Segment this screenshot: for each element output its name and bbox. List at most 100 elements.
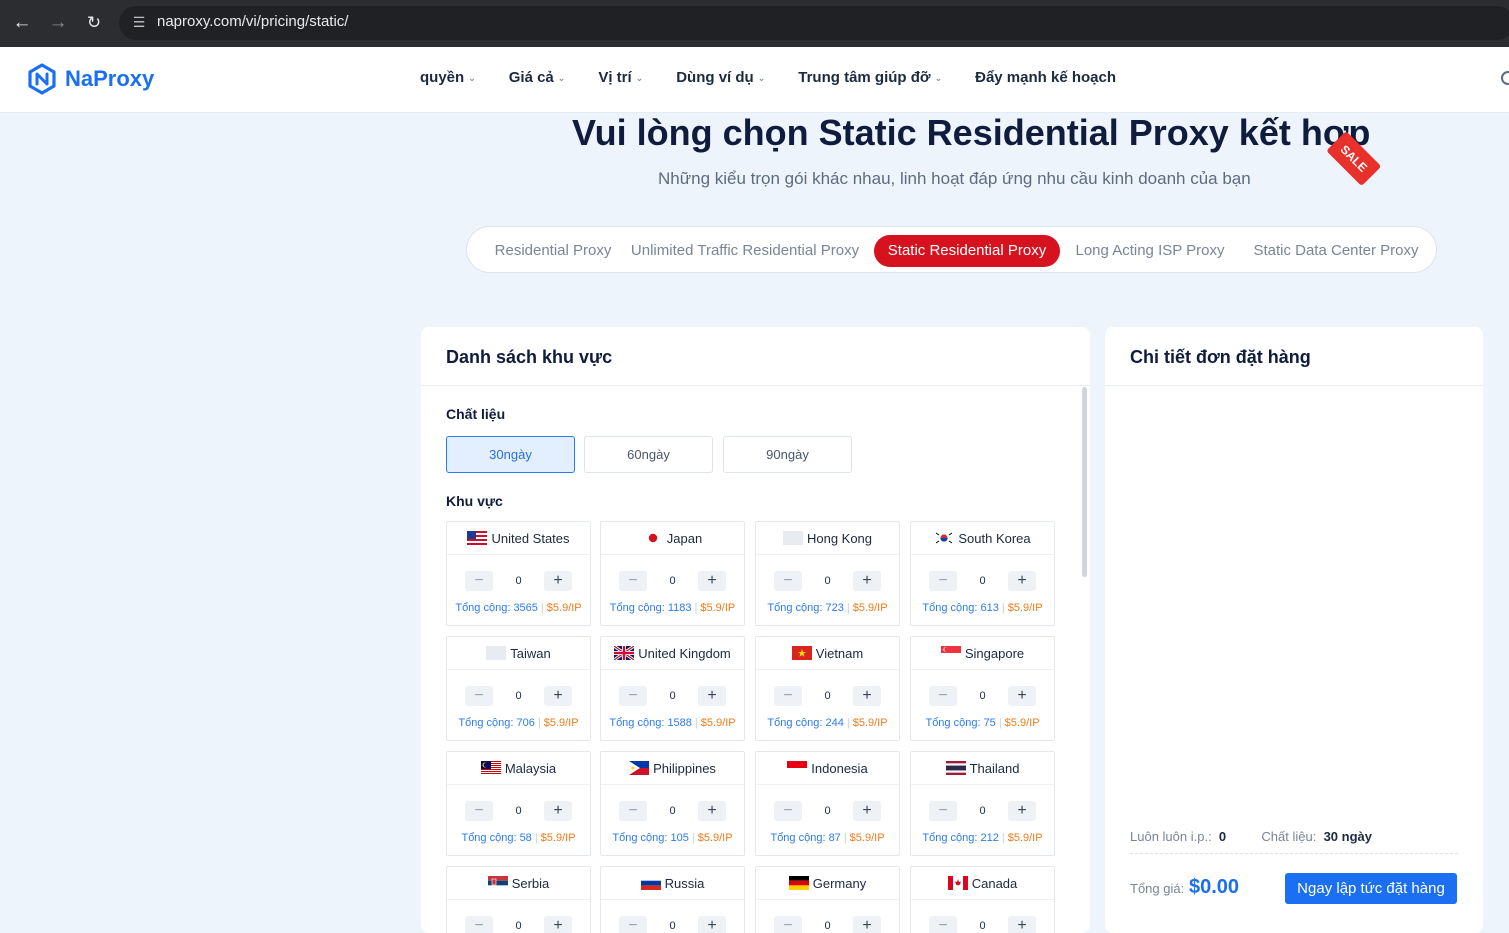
logo[interactable]: NaProxy — [26, 62, 154, 96]
nav-item-locations[interactable]: Vị trí ⌄ — [598, 69, 643, 86]
increment-button[interactable]: + — [1008, 916, 1036, 933]
unit-price: $5.9/IP — [1007, 832, 1043, 844]
country-stock-info: Tổng cộng: 1183 | $5.9/IP — [601, 602, 744, 614]
quantity-stepper: −0 + — [447, 686, 590, 706]
divider — [1130, 853, 1458, 854]
country-name: United States — [491, 530, 570, 546]
increment-button[interactable]: + — [853, 801, 881, 821]
country-stock-info: Tổng cộng: 706 | $5.9/IP — [447, 717, 590, 729]
separator: | — [843, 832, 847, 844]
total-price: $0.00 — [1189, 876, 1240, 898]
separator: | — [1001, 832, 1005, 844]
quantity-stepper: −0 + — [756, 801, 899, 821]
increment-button[interactable]: + — [853, 571, 881, 591]
my-flag-icon — [480, 761, 501, 775]
reload-icon[interactable]: ↻ — [81, 10, 107, 36]
order-panel: Chi tiết đơn đặt hàng Luôn luôn i.p.: 0 … — [1105, 327, 1483, 933]
increment-button[interactable]: + — [544, 801, 572, 821]
increment-button[interactable]: + — [1008, 571, 1036, 591]
increment-button[interactable]: + — [698, 686, 726, 706]
unit-price: $5.9/IP — [852, 717, 888, 729]
country-card-header: Singapore — [911, 637, 1054, 670]
duration-90-days-button[interactable]: 90ngày — [723, 436, 852, 473]
nav-item-help-center[interactable]: Trung tâm giúp đỡ ⌄ — [798, 69, 942, 86]
nav-item-pricing[interactable]: Giá cả ⌄ — [509, 69, 566, 86]
country-stock-info: Tổng cộng: 723 | $5.9/IP — [756, 602, 899, 614]
country-card: Russia −0 + — [600, 866, 745, 933]
product-tabs: Residential Proxy Unlimited Traffic Resi… — [466, 226, 1437, 273]
total-available: Tổng cộng: 105 — [612, 832, 689, 844]
quantity-stepper: −0 + — [911, 916, 1054, 933]
quantity-stepper: −0 + — [911, 801, 1054, 821]
quantity-stepper: −0 + — [601, 686, 744, 706]
separator: | — [846, 602, 850, 614]
increment-button[interactable]: + — [853, 686, 881, 706]
total-available: Tổng cộng: 3565 — [455, 602, 538, 614]
increment-button[interactable]: + — [853, 916, 881, 933]
tab-unlimited-traffic-residential-proxy[interactable]: Unlimited Traffic Residential Proxy — [627, 235, 863, 267]
nav-item-use-cases[interactable]: Dùng ví dụ ⌄ — [676, 69, 765, 86]
us-flag-icon — [467, 531, 488, 545]
material-summary-value: 30 — [1323, 829, 1339, 844]
increment-button[interactable]: + — [1008, 686, 1036, 706]
increment-button[interactable]: + — [1008, 801, 1036, 821]
country-card-header: Indonesia — [756, 752, 899, 785]
increment-button[interactable]: + — [698, 916, 726, 933]
increment-button[interactable]: + — [698, 571, 726, 591]
duration-30-days-button[interactable]: 30ngày — [446, 436, 575, 473]
back-icon[interactable]: ← — [9, 10, 35, 36]
unit-price: $5.9/IP — [543, 717, 579, 729]
separator: | — [537, 717, 541, 729]
country-card: Hong Kong −0 + Tổng cộng: 723 | $5.9/IP — [755, 521, 900, 626]
country-card-header: South Korea — [911, 522, 1054, 555]
country-card-header: United Kingdom — [601, 637, 744, 670]
ph-flag-icon — [629, 761, 650, 775]
total-available: Tổng cộng: 87 — [770, 832, 841, 844]
increment-button[interactable]: + — [544, 686, 572, 706]
increment-button[interactable]: + — [544, 571, 572, 591]
country-stock-info: Tổng cộng: 58 | $5.9/IP — [447, 832, 590, 844]
tune-icon[interactable]: ☰ — [129, 12, 149, 32]
country-card-header: Germany — [756, 867, 899, 900]
country-stock-info: Tổng cộng: 105 | $5.9/IP — [601, 832, 744, 844]
increment-button[interactable]: + — [698, 801, 726, 821]
increment-button[interactable]: + — [544, 916, 572, 933]
country-stock-info: Tổng cộng: 75 | $5.9/IP — [911, 717, 1054, 729]
order-now-button[interactable]: Ngay lập tức đặt hàng — [1285, 873, 1457, 904]
nav-item-affiliate[interactable]: Đẩy mạnh kế hoạch — [975, 69, 1116, 86]
country-card-header: Russia — [601, 867, 744, 900]
duration-60-days-button[interactable]: 60ngày — [584, 436, 713, 473]
site-header: NaProxy quyền ⌄ Giá cả ⌄ Vị trí ⌄ Dùng ví d… — [0, 47, 1509, 113]
country-card-header: Japan — [601, 522, 744, 555]
tab-static-data-center-proxy[interactable]: Static Data Center Proxy — [1249, 235, 1423, 267]
total-available: Tổng cộng: 723 — [767, 602, 844, 614]
chevron-down-icon: ⌄ — [635, 73, 644, 83]
chevron-down-icon: ⌄ — [934, 73, 943, 83]
nav-item-permissions[interactable]: quyền ⌄ — [420, 69, 476, 86]
country-card-header: Philippines — [601, 752, 744, 785]
tab-long-acting-isp-proxy[interactable]: Long Acting ISP Proxy — [1071, 235, 1229, 267]
country-name: Philippines — [653, 760, 716, 776]
nav-label: Trung tâm giúp đỡ — [798, 69, 931, 86]
country-card: Vietnam −0 + Tổng cộng: 244 | $5.9/IP — [755, 636, 900, 741]
separator: | — [1001, 602, 1005, 614]
separator: | — [998, 717, 1002, 729]
unit-price: $5.9/IP — [700, 717, 736, 729]
total-available: Tổng cộng: 244 — [767, 717, 844, 729]
material-label: Chất liệu — [446, 406, 506, 422]
country-name: Serbia — [511, 875, 550, 891]
tab-residential-proxy[interactable]: Residential Proxy — [477, 235, 629, 267]
unit-price: $5.9/IP — [540, 832, 576, 844]
total-available: Tổng cộng: 1588 — [609, 717, 692, 729]
quantity-stepper: −0 + — [911, 571, 1054, 591]
forward-icon[interactable]: → — [45, 10, 71, 36]
country-name: Canada — [971, 875, 1018, 891]
url-text[interactable]: naproxy.com/vi/pricing/static/ — [157, 13, 348, 30]
scrollbar[interactable] — [1082, 387, 1087, 577]
country-stock-info: Tổng cộng: 613 | $5.9/IP — [911, 602, 1054, 614]
quantity-stepper: −0 + — [911, 686, 1054, 706]
language-globe-icon[interactable] — [1501, 71, 1509, 85]
region-panel-title: Danh sách khu vực — [421, 327, 1090, 386]
country-name: Vietnam — [815, 645, 864, 661]
tab-static-residential-proxy[interactable]: Static Residential Proxy — [874, 235, 1060, 267]
